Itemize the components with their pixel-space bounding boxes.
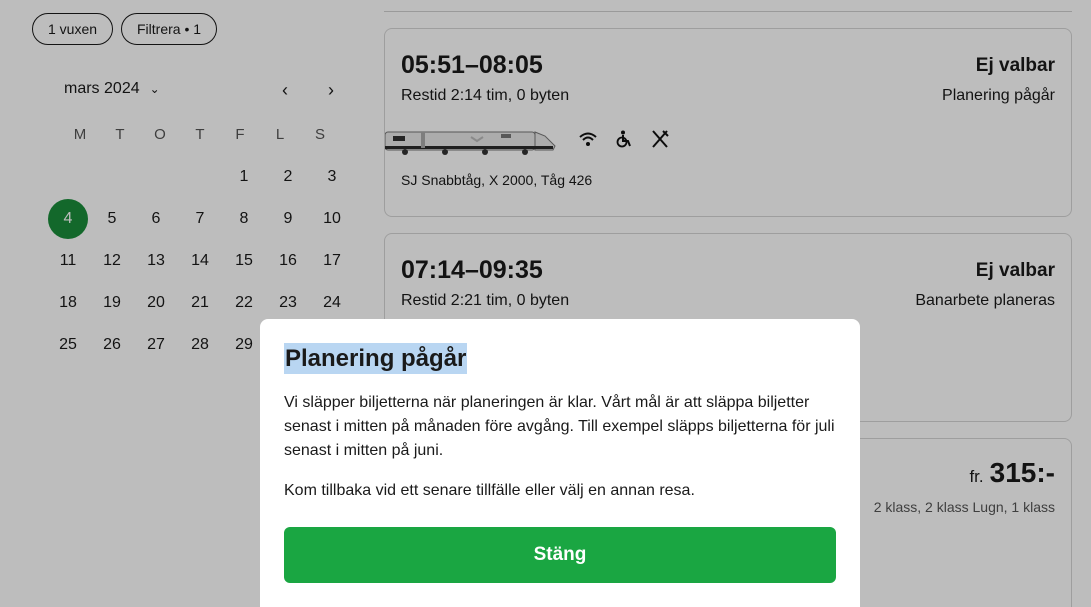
dialog-paragraph: Kom tillbaka vid ett senare tillfälle el… [284,482,695,499]
dialog-title: Planering pågår [284,343,468,374]
dialog-paragraph: Vi släpper biljetterna när planeringen ä… [284,394,835,459]
dialog-body: Vi släpper biljetterna när planeringen ä… [284,391,836,503]
close-button[interactable]: Stäng [284,527,836,583]
planning-dialog: Planering pågår Vi släpper biljetterna n… [260,319,860,607]
